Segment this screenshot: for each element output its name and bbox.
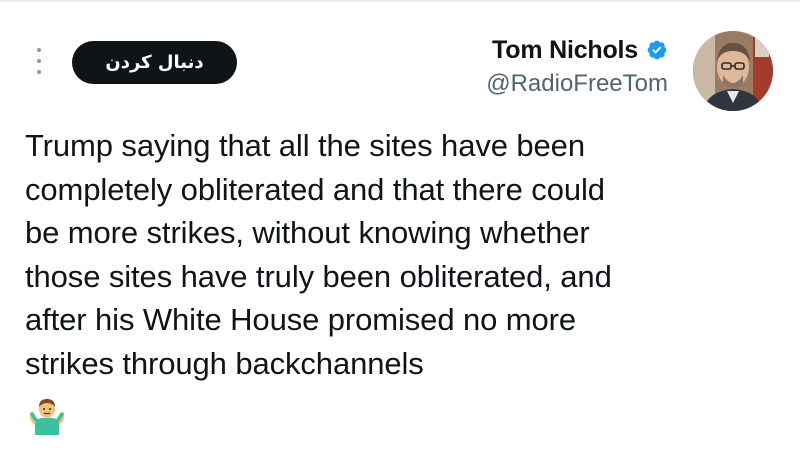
name-row: Tom Nichols [486, 34, 668, 66]
avatar[interactable] [693, 31, 773, 111]
avatar-image [693, 31, 773, 111]
more-dot [37, 48, 41, 52]
follow-button[interactable]: دنبال کردن [72, 41, 237, 84]
more-dot [37, 70, 41, 74]
tweet-line: those sites have truly been obliterated,… [25, 258, 612, 294]
tweet-line: be more strikes, without knowing whether [25, 215, 590, 250]
author-handle[interactable]: @RadioFreeTom [486, 70, 668, 98]
more-dot [37, 59, 41, 63]
tweet-line: completely obliterated and that there co… [25, 171, 605, 207]
tweet-line: strikes through backchannels [25, 345, 424, 381]
author-display-name[interactable]: Tom Nichols [492, 36, 638, 65]
verified-badge-icon [647, 40, 667, 60]
tweet-line: Trump saying that all the sites have bee… [25, 128, 585, 163]
man-shrugging-emoji [30, 399, 64, 435]
more-options-icon[interactable] [34, 48, 44, 74]
tweet-text: Trump saying that all the sites have bee… [25, 124, 785, 385]
top-divider [0, 0, 800, 2]
tweet-line: after his White House promised no more [25, 302, 576, 337]
author-identity[interactable]: Tom Nichols @RadioFreeTom [486, 34, 668, 98]
